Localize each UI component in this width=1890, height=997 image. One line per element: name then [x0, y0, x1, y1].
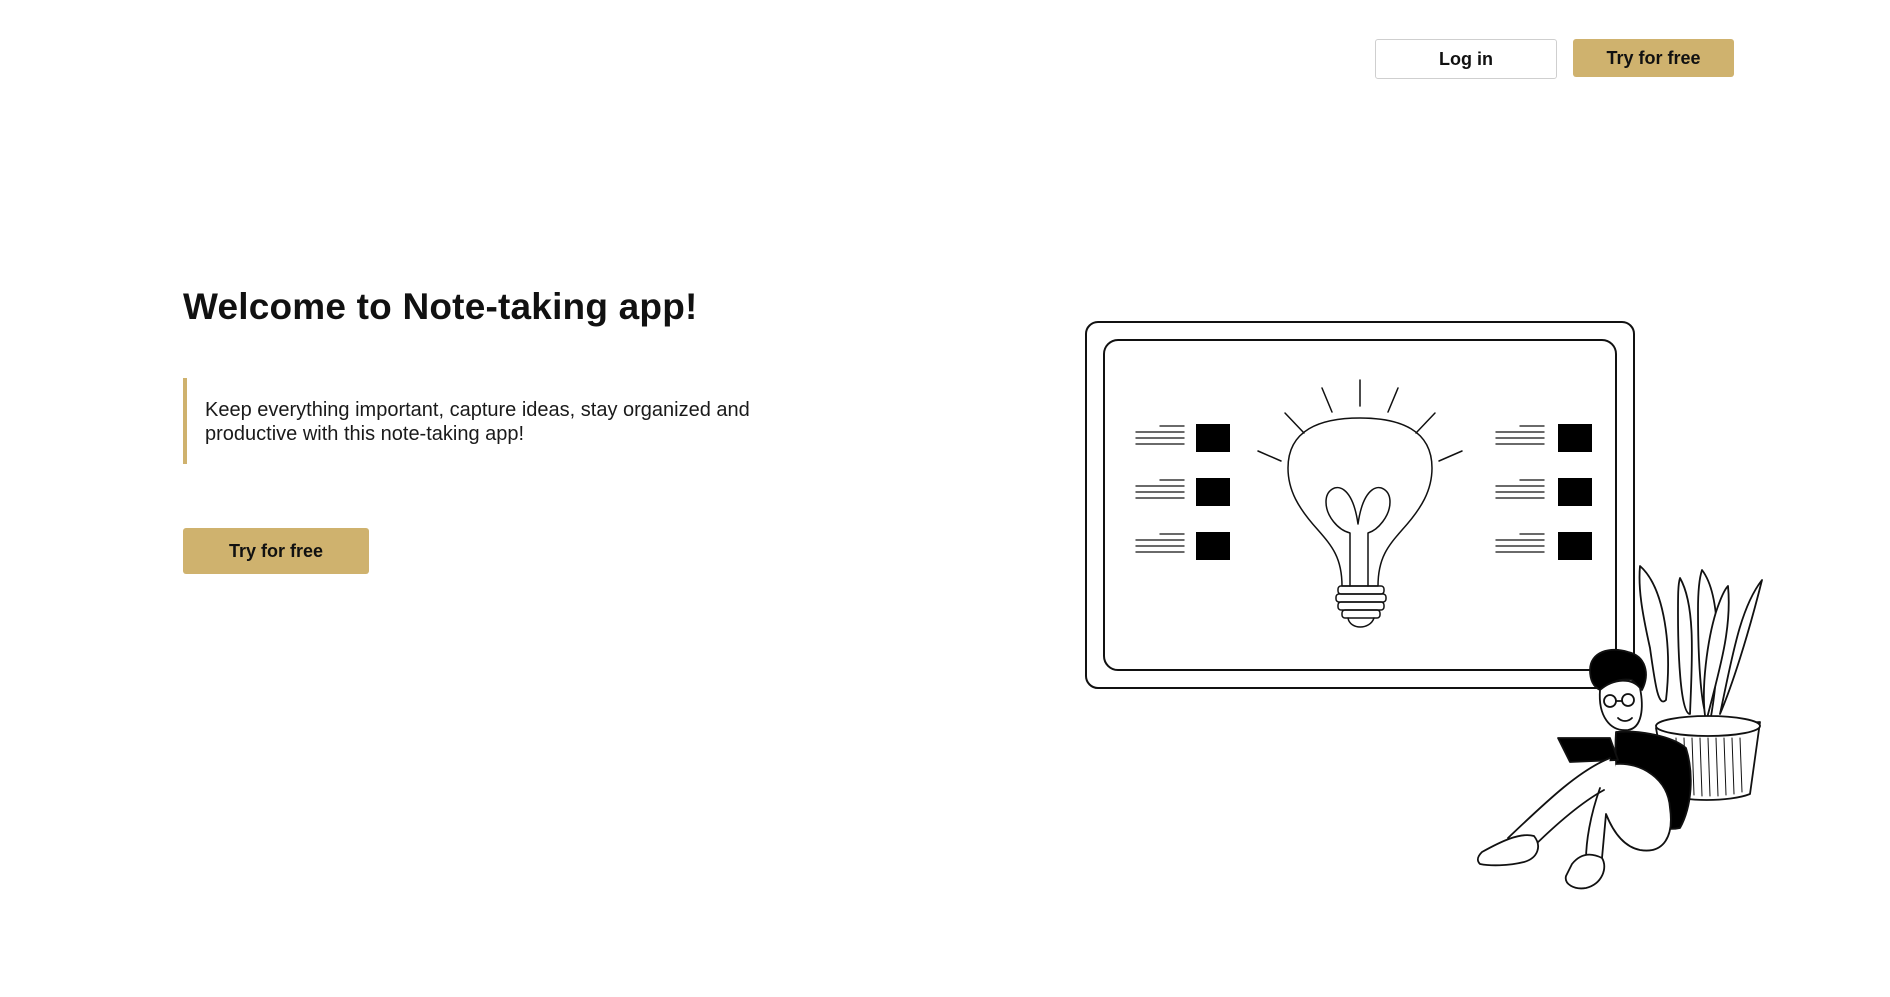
- board-outer-frame: [1085, 321, 1635, 689]
- landing-page: Log in Try for free Welcome to Note-taki…: [0, 0, 1890, 997]
- login-button[interactable]: Log in: [1375, 39, 1557, 79]
- right-list-icon: [1495, 425, 1545, 553]
- lightbulb-icon: [1257, 379, 1463, 628]
- hero-description: Keep everything important, capture ideas…: [183, 378, 785, 464]
- left-square-icons: [1196, 424, 1230, 560]
- right-square-icons: [1558, 424, 1592, 560]
- page-title: Welcome to Note-taking app!: [183, 286, 698, 327]
- hero-illustration: [1080, 318, 1770, 913]
- top-nav: Log in Try for free: [1375, 39, 1734, 79]
- try-for-free-hero-button[interactable]: Try for free: [183, 528, 369, 574]
- left-list-icon: [1135, 425, 1185, 553]
- try-for-free-header-button[interactable]: Try for free: [1573, 39, 1734, 77]
- hero-section: Welcome to Note-taking app! Keep everyth…: [183, 286, 903, 574]
- lightbulb-board-illustration: [1085, 321, 1763, 890]
